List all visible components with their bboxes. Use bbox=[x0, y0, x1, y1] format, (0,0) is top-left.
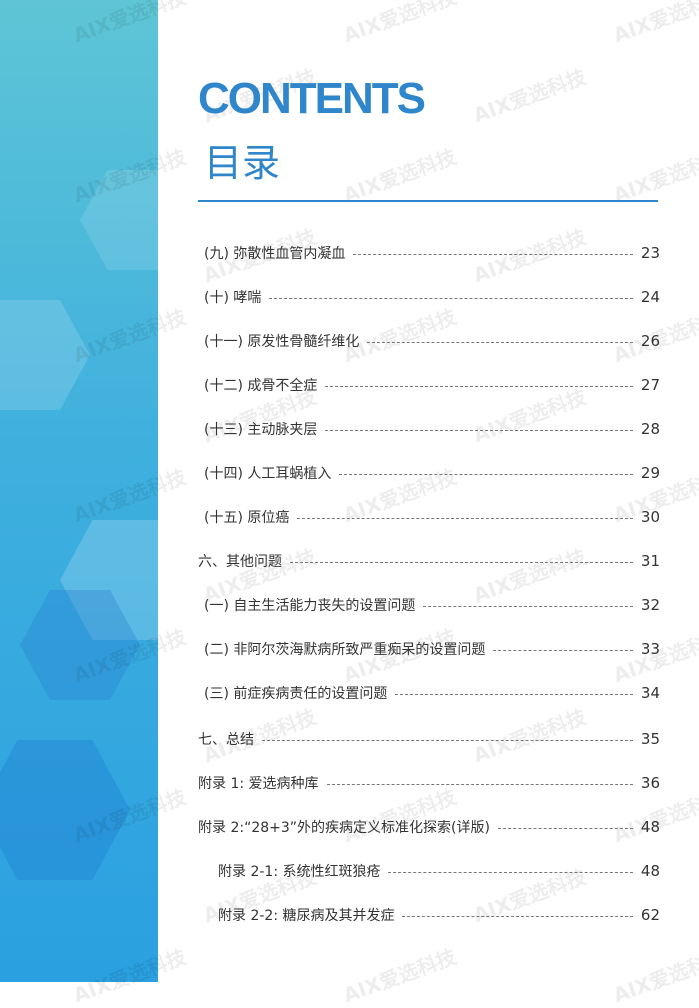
watermark-text: AIX爱选科技 bbox=[339, 144, 460, 208]
toc-entry-label: (十三) 主动脉夹层 bbox=[204, 422, 318, 438]
toc-entry[interactable]: (二) 非阿尔茨海默病所致严重痴呆的设置问题 33 bbox=[198, 639, 660, 659]
dot-leader bbox=[269, 297, 633, 299]
toc-entry-page: 62 bbox=[640, 906, 660, 924]
toc-entry[interactable]: 六、其他问题 31 bbox=[198, 551, 660, 571]
watermark-text: AIX爱选科技 bbox=[609, 0, 699, 48]
toc-entry[interactable]: 七、总结 35 bbox=[198, 729, 660, 749]
toc-entry-label: (十) 哮喘 bbox=[204, 290, 262, 306]
page-subtitle: 目录 bbox=[204, 141, 281, 185]
toc-entry[interactable]: (一) 自主生活能力丧失的设置问题 32 bbox=[198, 595, 660, 615]
page-title: CONTENTS bbox=[198, 74, 426, 123]
toc-entry[interactable]: (十) 哮喘 24 bbox=[198, 287, 660, 307]
watermark-text: AIX爱选科技 bbox=[469, 64, 590, 128]
toc-entry-label: 附录 1: 爱选病种库 bbox=[198, 776, 319, 792]
toc-entry-page: 34 bbox=[640, 684, 660, 702]
dot-leader bbox=[497, 827, 633, 829]
dot-leader bbox=[290, 561, 633, 563]
toc-entry-label: 附录 2-1: 系统性红斑狼疮 bbox=[218, 864, 381, 880]
hexagon-decoration bbox=[0, 740, 130, 880]
dot-leader bbox=[325, 385, 633, 387]
hexagon-decoration bbox=[80, 170, 158, 270]
toc-entry-label: 七、总结 bbox=[198, 732, 254, 748]
dot-leader bbox=[297, 517, 633, 519]
dot-leader bbox=[395, 693, 633, 695]
toc-entry-label: (十五) 原位癌 bbox=[204, 510, 290, 526]
toc-entry-label: (一) 自主生活能力丧失的设置问题 bbox=[204, 598, 416, 614]
dot-leader bbox=[388, 871, 633, 873]
dot-leader bbox=[353, 253, 633, 255]
toc-entry-page: 36 bbox=[640, 774, 660, 792]
toc-entry[interactable]: (十三) 主动脉夹层 28 bbox=[198, 419, 660, 439]
toc-entry-page: 48 bbox=[640, 862, 660, 880]
dot-leader bbox=[326, 783, 633, 785]
watermark-text: AIX爱选科技 bbox=[339, 0, 460, 48]
toc-entry-page: 48 bbox=[640, 818, 660, 836]
toc-entry-page: 27 bbox=[640, 376, 660, 394]
toc-entry-label: (十二) 成骨不全症 bbox=[204, 378, 318, 394]
dot-leader bbox=[402, 915, 633, 917]
watermark-text: AIX爱选科技 bbox=[339, 944, 460, 1008]
toc-entry-label: (二) 非阿尔茨海默病所致严重痴呆的设置问题 bbox=[204, 642, 486, 658]
toc-entry[interactable]: (十二) 成骨不全症 27 bbox=[198, 375, 660, 395]
toc-entry[interactable]: (三) 前症疾病责任的设置问题 34 bbox=[198, 683, 660, 703]
toc-entry-label: (三) 前症疾病责任的设置问题 bbox=[204, 686, 388, 702]
toc-entry-page: 31 bbox=[640, 552, 660, 570]
hexagon-decoration bbox=[0, 300, 90, 410]
toc-entry-page: 35 bbox=[640, 730, 660, 748]
dot-leader bbox=[262, 739, 633, 741]
toc-entry-page: 26 bbox=[640, 332, 660, 350]
toc-entry-label: 附录 2-2: 糖尿病及其并发症 bbox=[218, 908, 395, 924]
toc-entry[interactable]: 附录 1: 爱选病种库 36 bbox=[198, 773, 660, 793]
watermark-text: AIX爱选科技 bbox=[609, 144, 699, 208]
watermark-text: AIX爱选科技 bbox=[609, 944, 699, 1008]
toc-entry-label: 附录 2:“28+3”外的疾病定义标准化探索(详版) bbox=[198, 820, 490, 836]
toc-entry-page: 23 bbox=[640, 244, 660, 262]
toc-entry-page: 29 bbox=[640, 464, 660, 482]
toc-entry[interactable]: (十四) 人工耳蜗植入 29 bbox=[198, 463, 660, 483]
toc-entry[interactable]: (十五) 原位癌 30 bbox=[198, 507, 660, 527]
toc-entry-page: 32 bbox=[640, 596, 660, 614]
toc-entry[interactable]: (十一) 原发性骨髓纤维化 26 bbox=[198, 331, 660, 351]
toc-entry-label: (十四) 人工耳蜗植入 bbox=[204, 466, 332, 482]
toc-entry-page: 30 bbox=[640, 508, 660, 526]
dot-leader bbox=[423, 605, 633, 607]
dot-leader bbox=[493, 649, 633, 651]
toc-entry[interactable]: 附录 2-1: 系统性红斑狼疮 48 bbox=[198, 861, 660, 881]
toc-entry-label: (十一) 原发性骨髓纤维化 bbox=[204, 334, 360, 350]
toc-entry-label: (九) 弥散性血管内凝血 bbox=[204, 246, 346, 262]
toc-entry[interactable]: 附录 2:“28+3”外的疾病定义标准化探索(详版) 48 bbox=[198, 817, 660, 837]
decorative-sidebar bbox=[0, 0, 158, 982]
toc-entry-page: 24 bbox=[640, 288, 660, 306]
toc-entry-page: 28 bbox=[640, 420, 660, 438]
dot-leader bbox=[325, 429, 633, 431]
toc-entry[interactable]: 附录 2-2: 糖尿病及其并发症 62 bbox=[198, 905, 660, 925]
dot-leader bbox=[367, 341, 633, 343]
toc-entry-page: 33 bbox=[640, 640, 660, 658]
dot-leader bbox=[339, 473, 633, 475]
toc-entry[interactable]: (九) 弥散性血管内凝血 23 bbox=[198, 243, 660, 263]
title-divider bbox=[198, 200, 658, 202]
toc-entry-label: 六、其他问题 bbox=[198, 554, 282, 570]
